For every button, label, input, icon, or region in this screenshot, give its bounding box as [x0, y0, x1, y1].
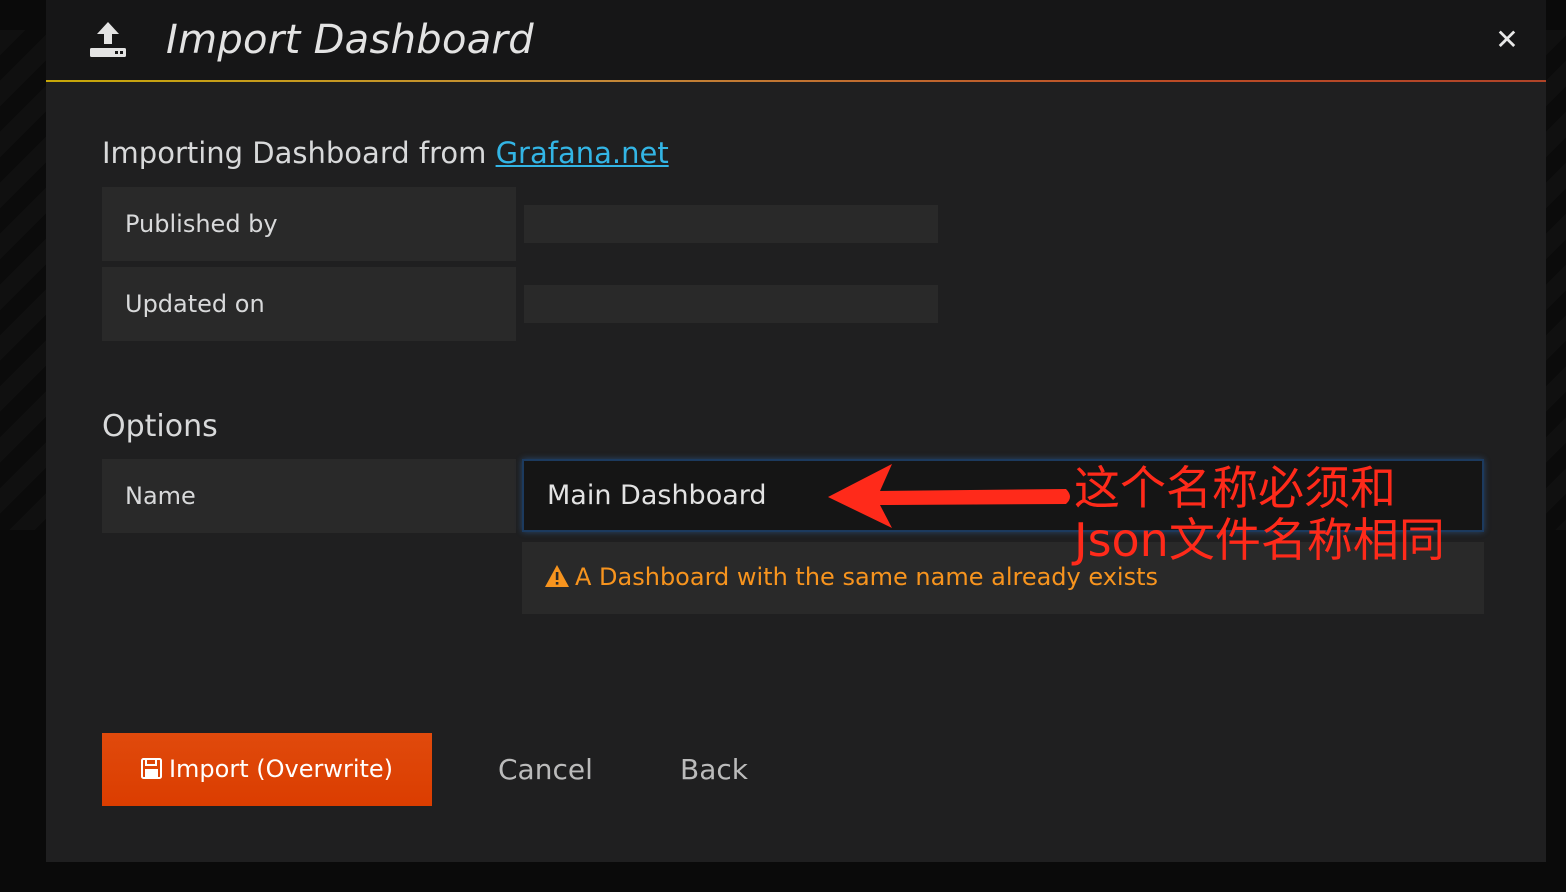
- published-by-label: Published by: [102, 187, 516, 261]
- annotation-arrow: [828, 464, 1070, 528]
- import-source-prefix: Importing Dashboard from: [102, 136, 496, 170]
- annotation-line-1: 这个名称必须和: [1074, 461, 1396, 515]
- header-divider: [46, 80, 1546, 82]
- backdrop-pattern-right: [1546, 30, 1566, 530]
- upload-icon: [90, 22, 126, 57]
- grafana-net-link[interactable]: Grafana.net: [496, 136, 669, 170]
- cancel-button[interactable]: Cancel: [498, 733, 593, 806]
- options-heading: Options: [102, 409, 218, 444]
- back-button[interactable]: Back: [680, 733, 748, 806]
- updated-on-label: Updated on: [102, 267, 516, 341]
- backdrop-pattern-left: [0, 30, 46, 530]
- import-button-label: Import (Overwrite): [168, 755, 394, 783]
- close-icon[interactable]: ✕: [1492, 22, 1522, 58]
- modal-title: Import Dashboard: [166, 17, 534, 63]
- import-dashboard-modal: Import Dashboard ✕ Importing Dashboard f…: [46, 0, 1546, 862]
- import-source-heading: Importing Dashboard from Grafana.net: [102, 130, 669, 176]
- updated-on-value: [524, 285, 938, 323]
- warning-text: A Dashboard with the same name already e…: [575, 563, 1159, 591]
- published-by-value: [524, 205, 938, 243]
- annotation-line-2: Json文件名称相同: [1074, 513, 1445, 567]
- name-label: Name: [102, 459, 516, 533]
- warning-triangle-icon: [545, 565, 569, 587]
- annotation-note: 这个名称必须和 Json文件名称相同: [1074, 462, 1494, 566]
- import-overwrite-button[interactable]: Import (Overwrite): [102, 733, 432, 806]
- modal-header: Import Dashboard ✕: [46, 0, 1546, 80]
- save-icon: [140, 757, 162, 779]
